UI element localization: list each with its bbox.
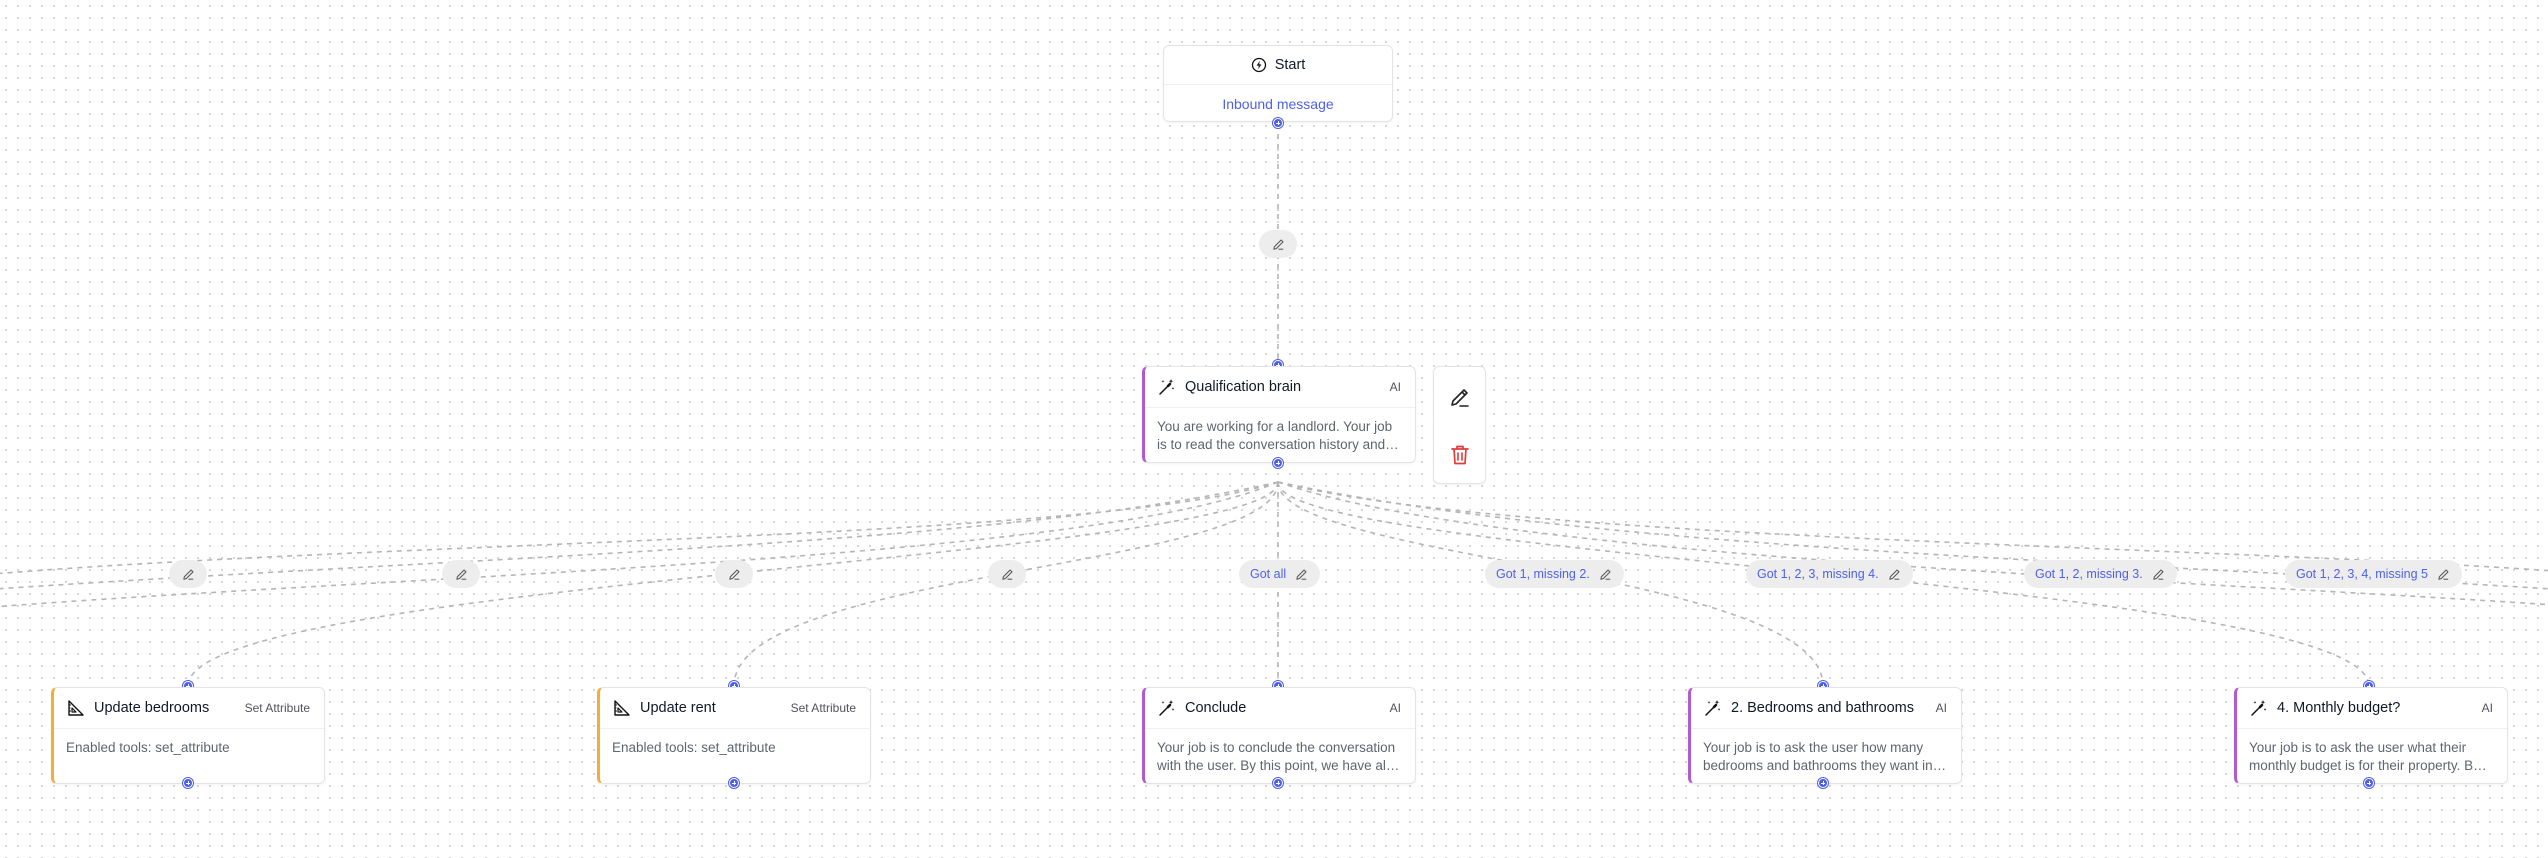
node-description-text: Your job is to ask the user how many bed… [1703, 740, 1933, 773]
edge-label-3[interactable] [715, 560, 753, 588]
pencil-icon [182, 568, 194, 580]
brain-description-text: You are working for a landlord. Your job… [1157, 419, 1393, 452]
triangle-ruler-icon [66, 698, 86, 718]
node-description: Your job is to ask the user how many bed… [1691, 729, 1961, 775]
node-actions-panel [1433, 366, 1486, 484]
node-description: Your job is to conclude the conversation… [1145, 729, 1415, 775]
brain-node-description: You are working for a landlord. Your job… [1145, 408, 1415, 454]
bedrooms-bathrooms-output-handle[interactable] [1818, 778, 1828, 788]
node-tag: AI [1935, 701, 1947, 715]
node-title: 4. Monthly budget? [2277, 700, 2401, 716]
node-description: Enabled tools: set_attribute [54, 729, 324, 757]
edge-label-got-1-2-missing-3[interactable]: Got 1, 2, missing 3. [2024, 560, 2177, 588]
pencil-icon [1450, 389, 1469, 407]
trash-icon [1450, 445, 1469, 465]
edge-label-2[interactable] [442, 560, 480, 588]
pencil-icon [455, 568, 467, 580]
pencil-icon [2152, 568, 2164, 580]
pencil-icon [1296, 568, 1307, 580]
node-description-text: Your job is to conclude the conversation… [1157, 740, 1396, 773]
brain-node-header: Qualification brain AI [1145, 367, 1415, 408]
bedrooms-bathrooms-node[interactable]: 2. Bedrooms and bathrooms AI Your job is… [1688, 687, 1962, 784]
edge-label-text: Got 1, 2, 3, missing 4. [1757, 567, 1879, 581]
pencil-icon [1600, 568, 1611, 580]
node-description-text: Enabled tools: set_attribute [612, 740, 776, 755]
node-description-text: Enabled tools: set_attribute [66, 740, 230, 755]
update-rent-output-handle[interactable] [729, 778, 739, 788]
node-header: Update bedrooms Set Attribute [54, 688, 324, 729]
edge-label-4[interactable] [988, 560, 1026, 588]
pencil-icon [1888, 568, 1900, 580]
monthly-budget-output-handle[interactable] [2364, 778, 2374, 788]
brain-output-handle[interactable] [1273, 458, 1283, 468]
edge-label-text: Got 1, missing 2. [1496, 567, 1590, 581]
edge-label-text: Got all [1250, 567, 1287, 581]
delete-node-button[interactable] [1434, 426, 1485, 484]
update-rent-node[interactable]: Update rent Set Attribute Enabled tools:… [597, 687, 871, 784]
update-bedrooms-output-handle[interactable] [183, 778, 193, 788]
update-bedrooms-node[interactable]: Update bedrooms Set Attribute Enabled to… [51, 687, 325, 784]
node-header: Conclude AI [1145, 688, 1415, 729]
triangle-ruler-icon [612, 698, 632, 718]
brain-node-title: Qualification brain [1185, 379, 1302, 395]
edge-label-text: Got 1, 2, missing 3. [2035, 567, 2143, 581]
node-title: Conclude [1185, 700, 1247, 716]
magic-wand-icon [2249, 698, 2269, 718]
edit-node-button[interactable] [1434, 369, 1485, 427]
node-header: 2. Bedrooms and bathrooms AI [1691, 688, 1961, 729]
node-title: Update rent [640, 700, 716, 716]
edge-brain-to-offscreen-left-2 [0, 481, 1279, 608]
magic-wand-icon [1703, 698, 1723, 718]
pencil-icon [728, 568, 740, 580]
node-description: Enabled tools: set_attribute [600, 729, 870, 757]
node-title: Update bedrooms [94, 700, 210, 716]
node-description: Your job is to ask the user what their m… [2237, 729, 2507, 775]
qualification-brain-node[interactable]: Qualification brain AI You are working f… [1142, 366, 1416, 463]
node-tag: Set Attribute [244, 701, 310, 715]
edge-label-1[interactable] [169, 560, 207, 588]
magic-wand-icon [1157, 377, 1177, 397]
node-description-text: Your job is to ask the user what their m… [2249, 740, 2481, 773]
node-header: 4. Monthly budget? AI [2237, 688, 2507, 729]
node-tag: AI [2481, 701, 2493, 715]
start-node-title: Start [1274, 57, 1306, 73]
edge-label-got-all[interactable]: Got all [1239, 560, 1321, 588]
pencil-icon [2438, 568, 2449, 580]
pencil-icon [1001, 568, 1013, 580]
node-tag: Set Attribute [790, 701, 856, 715]
brain-node-tag: AI [1389, 380, 1401, 394]
start-node[interactable]: Start Inbound message [1163, 45, 1393, 122]
node-title: 2. Bedrooms and bathrooms [1731, 700, 1914, 716]
conclude-output-handle[interactable] [1273, 778, 1283, 788]
node-tag: AI [1389, 701, 1401, 715]
trigger-link[interactable]: Inbound message [1164, 96, 1392, 112]
conclude-node[interactable]: Conclude AI Your job is to conclude the … [1142, 687, 1416, 784]
start-node-header: Start [1164, 46, 1392, 85]
magic-wand-icon [1157, 698, 1177, 718]
bolt-circle-icon [1251, 57, 1266, 73]
edge-label-got-1-missing-2[interactable]: Got 1, missing 2. [1485, 560, 1624, 588]
edge-label-got-1-2-3-missing-4[interactable]: Got 1, 2, 3, missing 4. [1746, 560, 1913, 588]
pencil-icon [1272, 238, 1284, 250]
edge-label-text: Got 1, 2, 3, 4, missing 5 [2296, 567, 2429, 581]
edge-label-got-1-2-3-4-missing-5[interactable]: Got 1, 2, 3, 4, missing 5 [2285, 560, 2463, 588]
start-output-handle[interactable] [1273, 118, 1283, 128]
node-header: Update rent Set Attribute [600, 688, 870, 729]
monthly-budget-node[interactable]: 4. Monthly budget? AI Your job is to ask… [2234, 687, 2508, 784]
edge-label-start-brain[interactable] [1259, 230, 1297, 258]
edge-brain-to-offscreen-right-1 [1277, 481, 2548, 572]
